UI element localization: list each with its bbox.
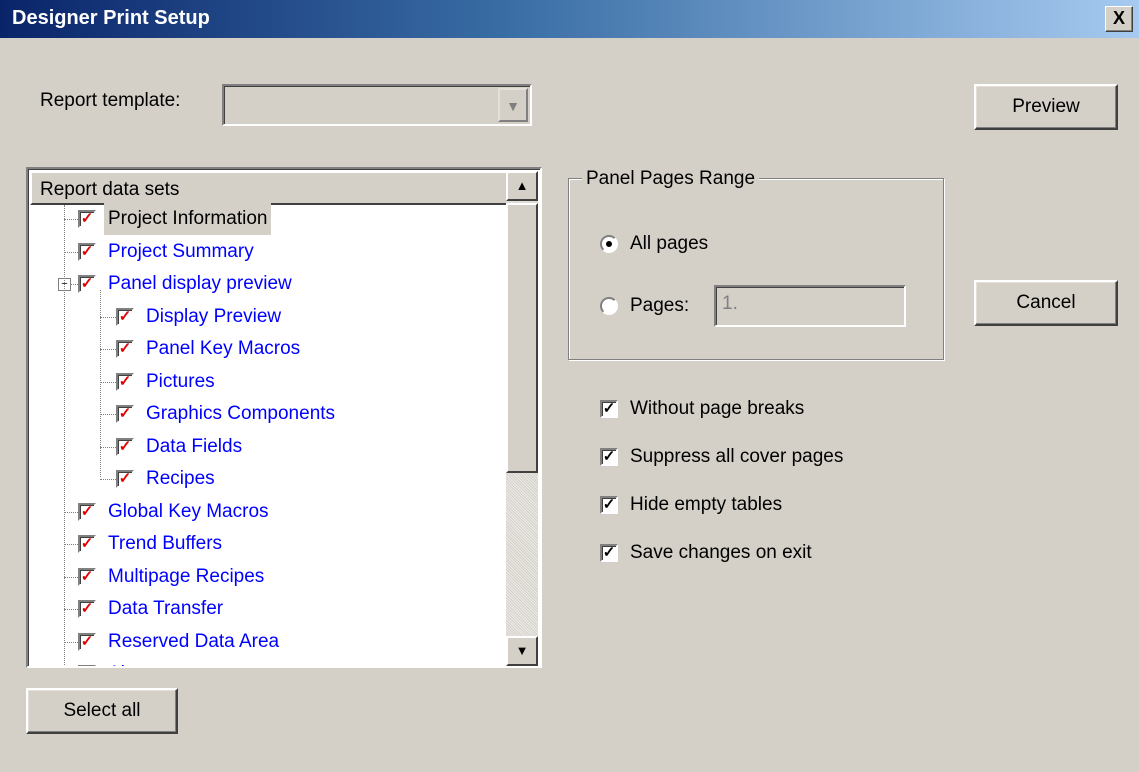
tree-connector <box>100 349 116 350</box>
scroll-thumb[interactable] <box>506 203 538 473</box>
tree-item-label[interactable]: Panel Key Macros <box>146 333 300 365</box>
option-checkbox[interactable]: ✓ <box>600 448 618 466</box>
tree-item-label[interactable]: Project Summary <box>108 236 254 268</box>
tree-item-checkbox[interactable]: ✓ <box>78 600 96 618</box>
tree-item-label[interactable]: Graphics Components <box>146 398 335 430</box>
report-data-sets-tree[interactable]: Report data sets ▲ ▼ ✓ Project Informatio… <box>26 167 542 668</box>
tree-item-label[interactable]: Pictures <box>146 366 215 398</box>
panel-pages-range-title: Panel Pages Range <box>582 168 760 190</box>
tree-item[interactable]: ✓ Data Transfer <box>28 593 508 625</box>
tree-item-label[interactable]: Data Transfer <box>108 593 223 625</box>
tree-trunk <box>64 205 65 666</box>
tree-item[interactable]: ✓ Global Key Macros <box>28 496 508 528</box>
tree-item-checkbox[interactable]: ✓ <box>116 405 134 423</box>
tree-item-checkbox[interactable]: ✓ <box>78 535 96 553</box>
tree-item-checkbox[interactable]: ✓ <box>116 437 134 456</box>
tree-item-label[interactable]: Recipes <box>146 463 215 495</box>
tree-body: ✓ Project Information ✓ Project Summary − ✓ Pa… <box>28 203 508 666</box>
tree-item[interactable]: ✓ Project Summary <box>28 236 508 268</box>
tree-connector <box>100 446 116 448</box>
chevron-down-icon[interactable]: ▼ <box>498 88 528 122</box>
tree-item-checkbox[interactable]: ✓ <box>78 502 96 521</box>
tree-item-checkbox[interactable]: ✓ <box>78 242 96 261</box>
tree-item[interactable]: ✓ Trend Buffers <box>28 528 508 560</box>
tree-item-checkbox[interactable]: ✓ <box>78 632 96 651</box>
tree-item-label[interactable]: Project Information <box>104 203 272 235</box>
option-checkbox[interactable]: ✓ <box>600 400 618 418</box>
option-label: Without page breaks <box>630 398 805 419</box>
option-label: Save changes on exit <box>630 542 812 563</box>
pages-label: Pages: <box>630 295 690 316</box>
tree-item-label[interactable]: Reserved Data Area <box>108 626 279 658</box>
tree-item-checkbox[interactable]: ✓ <box>116 372 134 391</box>
tree-item-label[interactable]: Global Key Macros <box>108 496 269 528</box>
tree-item-label[interactable]: Multipage Recipes <box>108 561 264 593</box>
tree-connector <box>100 381 116 383</box>
tree-connector <box>64 544 78 545</box>
tree-connector <box>64 576 78 578</box>
tree-item[interactable]: ✓ Reserved Data Area <box>28 626 508 658</box>
tree-header[interactable]: Report data sets <box>30 171 512 205</box>
tree-item-label[interactable]: Panel display preview <box>108 268 292 300</box>
pages-input[interactable]: 1. <box>714 285 906 327</box>
tree-item-label[interactable]: Alarms <box>108 658 167 666</box>
option-label: Hide empty tables <box>630 494 783 515</box>
option-checkbox[interactable]: ✓ <box>600 496 618 514</box>
tree-item-checkbox[interactable]: ✓ <box>116 307 134 326</box>
report-template-label: Report template: <box>40 90 181 111</box>
tree-item-label[interactable]: Trend Buffers <box>108 528 222 560</box>
tree-connector <box>100 479 116 480</box>
close-button[interactable]: X <box>1105 6 1133 32</box>
tree-connector <box>64 609 78 610</box>
all-pages-label: All pages <box>630 233 709 254</box>
all-pages-radio[interactable] <box>600 235 618 253</box>
title-bar: Designer Print Setup X <box>0 0 1139 38</box>
tree-connector <box>100 414 116 415</box>
panel-pages-range-group <box>568 178 944 360</box>
window-title: Designer Print Setup <box>12 7 210 29</box>
tree-item[interactable]: ✓ Project Information <box>28 203 508 235</box>
select-all-button[interactable]: Select all <box>26 688 178 734</box>
option-checkbox[interactable]: ✓ <box>600 544 618 562</box>
tree-item-checkbox[interactable]: ✓ <box>78 275 96 293</box>
tree-connector <box>100 316 116 318</box>
tree-item-label[interactable]: Data Fields <box>146 431 242 463</box>
tree-connector <box>64 511 78 513</box>
option-label: Suppress all cover pages <box>630 446 844 467</box>
tree-item-checkbox[interactable]: ✓ <box>116 340 134 358</box>
preview-button[interactable]: Preview <box>974 84 1118 130</box>
tree-connector <box>64 219 78 220</box>
tree-subtrunk <box>100 290 101 477</box>
tree-item-checkbox[interactable]: ✓ <box>78 665 96 666</box>
tree-item-checkbox[interactable]: ✓ <box>116 470 134 488</box>
report-template-select[interactable]: ▼ <box>222 84 532 126</box>
tree-item-checkbox[interactable]: ✓ <box>78 567 96 586</box>
scroll-down-icon[interactable]: ▼ <box>506 636 538 666</box>
tree-item[interactable]: ✓ Alarms <box>28 658 508 666</box>
tree-connector <box>64 641 78 643</box>
tree-item[interactable]: ✓ Multipage Recipes <box>28 561 508 593</box>
cancel-button[interactable]: Cancel <box>974 280 1118 326</box>
tree-item-checkbox[interactable]: ✓ <box>78 210 96 228</box>
scroll-up-icon[interactable]: ▲ <box>506 171 538 201</box>
vertical-scrollbar[interactable]: ▲ ▼ <box>506 171 538 666</box>
tree-connector <box>64 251 78 253</box>
tree-item-label[interactable]: Display Preview <box>146 301 281 333</box>
pages-radio[interactable] <box>600 297 618 315</box>
